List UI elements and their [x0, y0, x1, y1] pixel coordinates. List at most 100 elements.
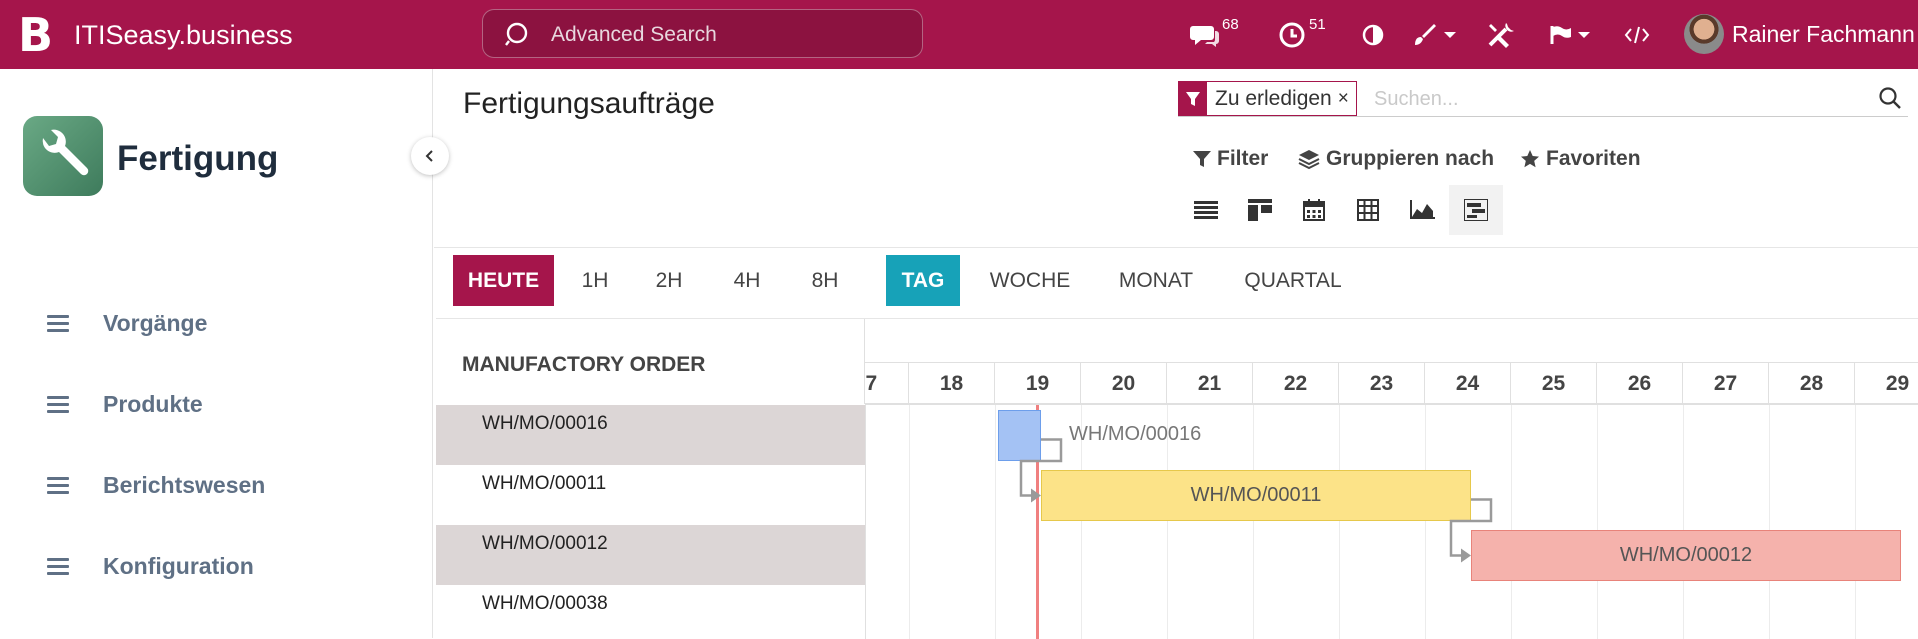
scale-8h-button[interactable]: 8H	[796, 255, 854, 306]
sidebar-item-vorgaenge[interactable]: Vorgänge	[47, 310, 207, 337]
dependency-line	[1019, 438, 1063, 497]
favorites-label: Favoriten	[1546, 147, 1641, 170]
pivot-view-icon	[1357, 199, 1379, 221]
list-view-icon	[1194, 201, 1218, 219]
menu-icon	[47, 473, 69, 498]
gantt-day-label: 29	[1854, 363, 1918, 403]
gantt-row[interactable]: WH/MO/00012	[436, 525, 865, 585]
filter-button[interactable]: Filter	[1193, 147, 1268, 171]
tools-icon	[1488, 22, 1514, 48]
scale-week-button[interactable]: WOCHE	[981, 255, 1079, 306]
language-dropdown[interactable]	[1550, 0, 1590, 69]
gantt-day-label: 23	[1338, 363, 1424, 403]
facet-remove-button[interactable]: ×	[1338, 88, 1356, 110]
scale-2h-button[interactable]: 2H	[640, 255, 698, 306]
page-title: Fertigungsaufträge	[463, 87, 715, 120]
activities-count: 51	[1309, 16, 1326, 33]
scale-1h-button[interactable]: 1H	[566, 255, 624, 306]
calendar-view-button[interactable]	[1287, 185, 1341, 235]
gantt-day-label: 27	[1682, 363, 1768, 403]
code-icon	[1624, 26, 1650, 43]
gantt-day-label: 17	[865, 363, 908, 403]
today-button[interactable]: HEUTE	[453, 255, 554, 306]
theme-dropdown[interactable]	[1412, 0, 1456, 69]
menu-icon	[47, 392, 69, 417]
search-icon[interactable]	[1878, 86, 1902, 110]
messages-count: 68	[1222, 16, 1239, 33]
layers-icon	[1298, 150, 1320, 170]
search-placeholder: Advanced Search	[551, 23, 717, 46]
debug-button[interactable]	[1624, 0, 1650, 69]
gantt-header-title: MANUFACTORY ORDER	[462, 353, 706, 376]
gantt-row-label: WH/MO/00016	[482, 413, 608, 434]
developer-tools-button[interactable]	[1486, 0, 1518, 69]
gantt-dependency-lines	[1019, 438, 1493, 563]
gantt-day-label: 21	[1166, 363, 1252, 403]
contrast-toggle[interactable]	[1362, 0, 1384, 69]
filter-label: Filter	[1217, 147, 1269, 170]
scale-day-button[interactable]: TAG	[886, 255, 960, 306]
advanced-search-box[interactable]: Advanced Search	[482, 9, 923, 58]
brand-name[interactable]: ITISeasy.business	[74, 20, 293, 51]
kanban-view-button[interactable]	[1233, 185, 1287, 235]
graph-view-icon	[1410, 200, 1435, 219]
gantt-day-label: 26	[1596, 363, 1682, 403]
sidebar-item-label: Vorgänge	[103, 310, 208, 336]
gantt-day-label: 19	[994, 363, 1080, 403]
sidebar-item-produkte[interactable]: Produkte	[47, 391, 203, 418]
graph-view-button[interactable]	[1395, 185, 1449, 235]
group-by-button[interactable]: Gruppieren nach	[1298, 147, 1494, 171]
gantt-row-label: WH/MO/00038	[482, 593, 608, 614]
scale-month-button[interactable]: MONAT	[1106, 255, 1206, 306]
app-title: Fertigung	[117, 139, 279, 178]
gantt-timeline: WH/MO/00016 WH/MO/00011 WH/MO/00012	[865, 405, 1918, 639]
sidebar-collapse-button[interactable]	[411, 137, 449, 175]
activities-button[interactable]	[1278, 0, 1306, 69]
facet-label: Zu erledigen	[1215, 86, 1332, 110]
search-input[interactable]: Suchen...	[1374, 88, 1459, 111]
messages-button[interactable]	[1190, 0, 1220, 69]
gantt-day-label: 22	[1252, 363, 1338, 403]
gantt-day-label: 24	[1424, 363, 1510, 403]
gantt-day-label: 18	[908, 363, 994, 403]
gantt-view-button[interactable]	[1449, 185, 1503, 235]
top-navbar: B ITISeasy.business Advanced Search 68 5…	[0, 0, 1918, 69]
menu-icon	[47, 554, 69, 579]
scale-4h-button[interactable]: 4H	[718, 255, 776, 306]
gantt-day-scale: 17181920212223242526272829	[865, 363, 1918, 405]
clock-icon	[1279, 22, 1305, 47]
menu-icon	[47, 311, 69, 336]
app-sidebar: Fertigung Vorgänge Produkte Berichtswese…	[0, 69, 433, 638]
favorites-button[interactable]: Favoriten	[1520, 147, 1641, 171]
gantt-row-label: WH/MO/00012	[482, 533, 608, 554]
chat-icon	[1190, 25, 1219, 47]
app-logo[interactable]: B	[18, 8, 53, 62]
gantt-view-icon	[1464, 199, 1488, 221]
dependency-arrow	[1031, 488, 1041, 503]
gantt-day-label: 20	[1080, 363, 1166, 403]
gantt-row-header: MANUFACTORY ORDER	[436, 319, 865, 404]
sidebar-item-berichtswesen[interactable]: Berichtswesen	[47, 472, 265, 499]
sidebar-item-label: Produkte	[103, 391, 203, 417]
chevron-down-icon	[1444, 31, 1456, 38]
scale-quarter-button[interactable]: QUARTAL	[1234, 255, 1352, 306]
chevron-down-icon	[1578, 31, 1590, 38]
gantt-row[interactable]: WH/MO/00016	[436, 405, 865, 465]
gantt-day-label: 28	[1768, 363, 1854, 403]
filter-facet[interactable]: Zu erledigen ×	[1178, 81, 1357, 116]
pivot-view-button[interactable]	[1341, 185, 1395, 235]
user-name[interactable]: Rainer Fachmann	[1732, 21, 1915, 48]
flag-icon	[1550, 25, 1571, 44]
filter-icon	[1179, 82, 1207, 115]
gantt-row[interactable]: WH/MO/00011	[436, 465, 865, 525]
kanban-view-icon	[1248, 199, 1272, 221]
search-bar[interactable]: Zu erledigen × Suchen...	[1178, 81, 1908, 117]
list-view-button[interactable]	[1179, 185, 1233, 235]
filter-icon	[1193, 151, 1211, 167]
gantt-chart: MANUFACTORY ORDER 1718192021222324252627…	[436, 318, 1918, 639]
gantt-row[interactable]: WH/MO/00038	[436, 585, 865, 639]
sidebar-item-konfiguration[interactable]: Konfiguration	[47, 553, 254, 580]
contrast-icon	[1362, 24, 1384, 45]
gantt-row-label: WH/MO/00011	[482, 473, 607, 494]
user-avatar[interactable]	[1684, 14, 1724, 54]
